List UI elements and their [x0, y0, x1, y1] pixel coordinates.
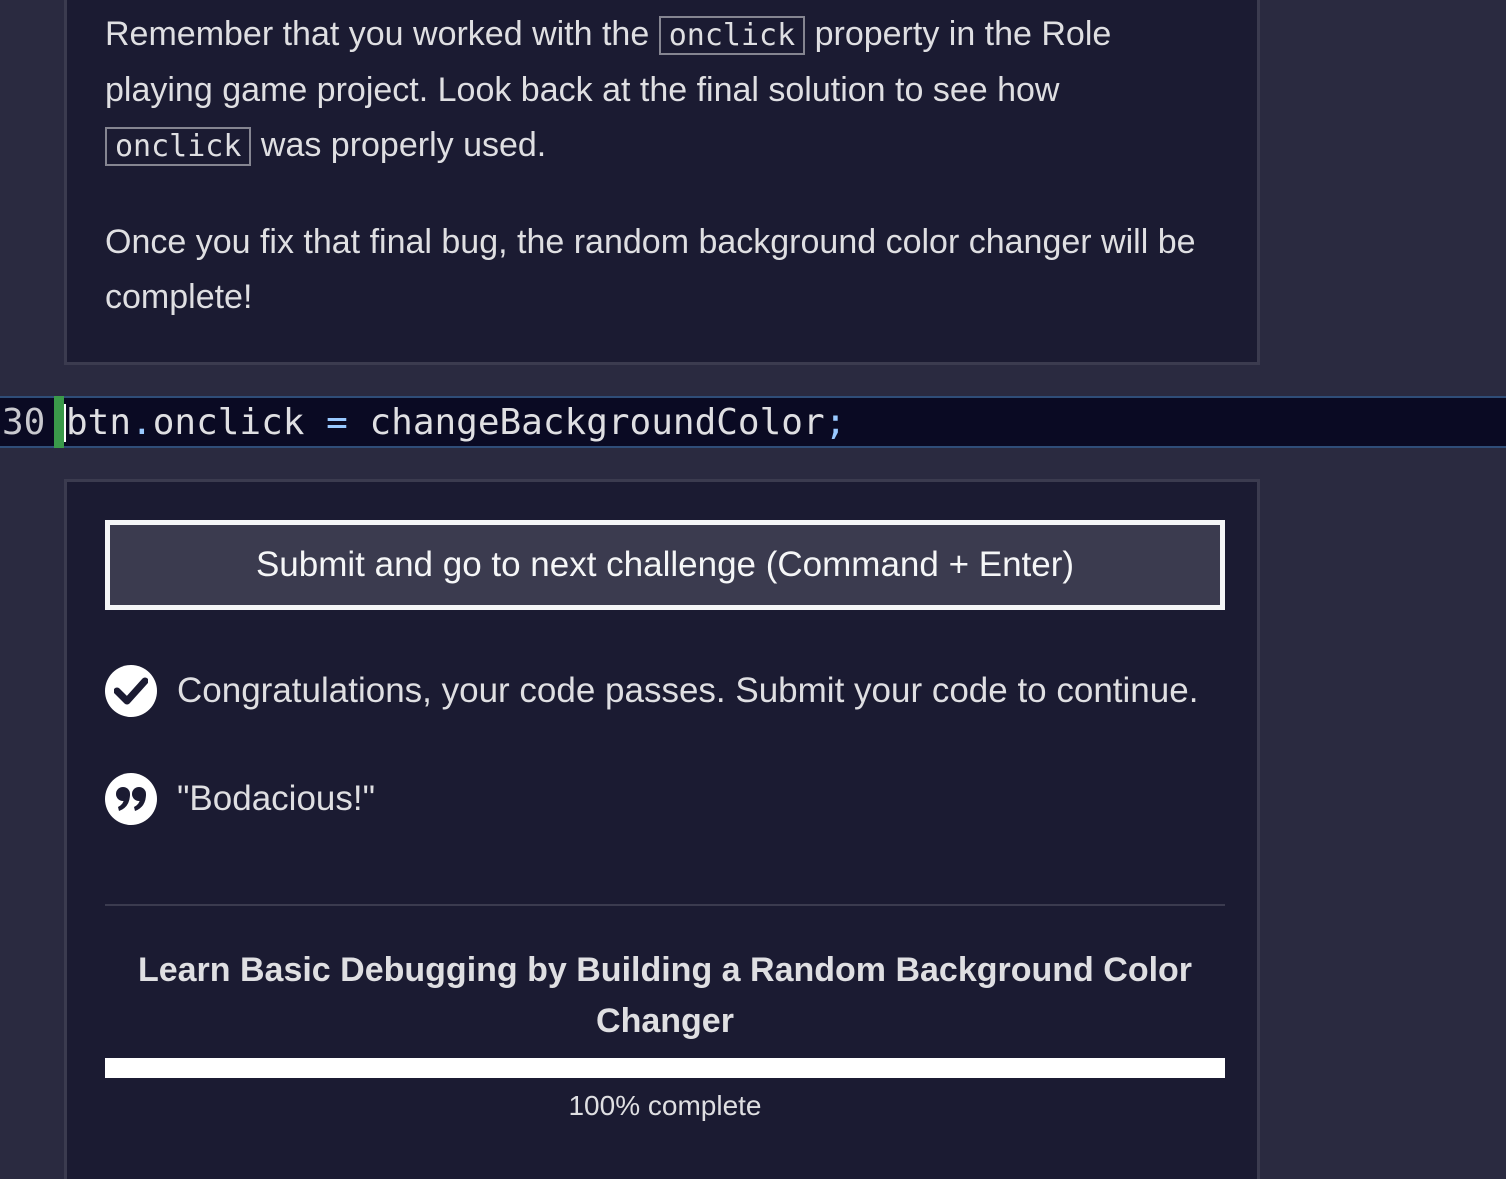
pass-message: Congratulations, your code passes. Submi…: [177, 671, 1199, 710]
inline-code: onclick: [658, 16, 806, 55]
progress-fill: [105, 1058, 1225, 1078]
gutter-change-marker: [54, 396, 64, 448]
code-text[interactable]: btn.onclick = changeBackgroundColor;: [66, 402, 846, 443]
instructions-panel: Remember that you worked with the onclic…: [64, 0, 1260, 365]
inline-code: onclick: [105, 127, 252, 166]
code-token: onclick: [152, 402, 305, 443]
code-token: .: [131, 402, 153, 443]
encouragement-quote: "Bodacious!": [177, 779, 376, 818]
code-editor-line[interactable]: 30 btn.onclick = changeBackgroundColor;: [0, 396, 1506, 448]
submit-next-challenge-button[interactable]: Submit and go to next challenge (Command…: [105, 520, 1225, 610]
instructions-paragraph-1: Remember that you worked with the onclic…: [105, 7, 1215, 174]
progress-label: 100% complete: [568, 1090, 762, 1121]
text-segment: Remember that you worked with the: [105, 15, 659, 53]
quote-row: "Bodacious!": [105, 772, 375, 826]
code-token: ;: [824, 402, 847, 443]
line-number: 30: [2, 402, 46, 443]
code-token: btn: [66, 402, 132, 443]
instructions-paragraph-2: Once you fix that final bug, the random …: [105, 223, 1196, 316]
results-panel: Submit and go to next challenge (Command…: [64, 479, 1260, 1179]
test-pass-row: Congratulations, your code passes. Submi…: [105, 664, 1198, 718]
course-title: Learn Basic Debugging by Building a Rand…: [137, 951, 1193, 1040]
quote-icon: [105, 773, 157, 825]
course-progress-bar: [105, 1058, 1225, 1078]
divider: [105, 904, 1225, 906]
code-token: =: [304, 402, 370, 443]
text-segment: was properly used.: [251, 126, 547, 164]
check-circle-icon: [105, 665, 157, 717]
code-token: changeBackgroundColor: [369, 402, 825, 443]
